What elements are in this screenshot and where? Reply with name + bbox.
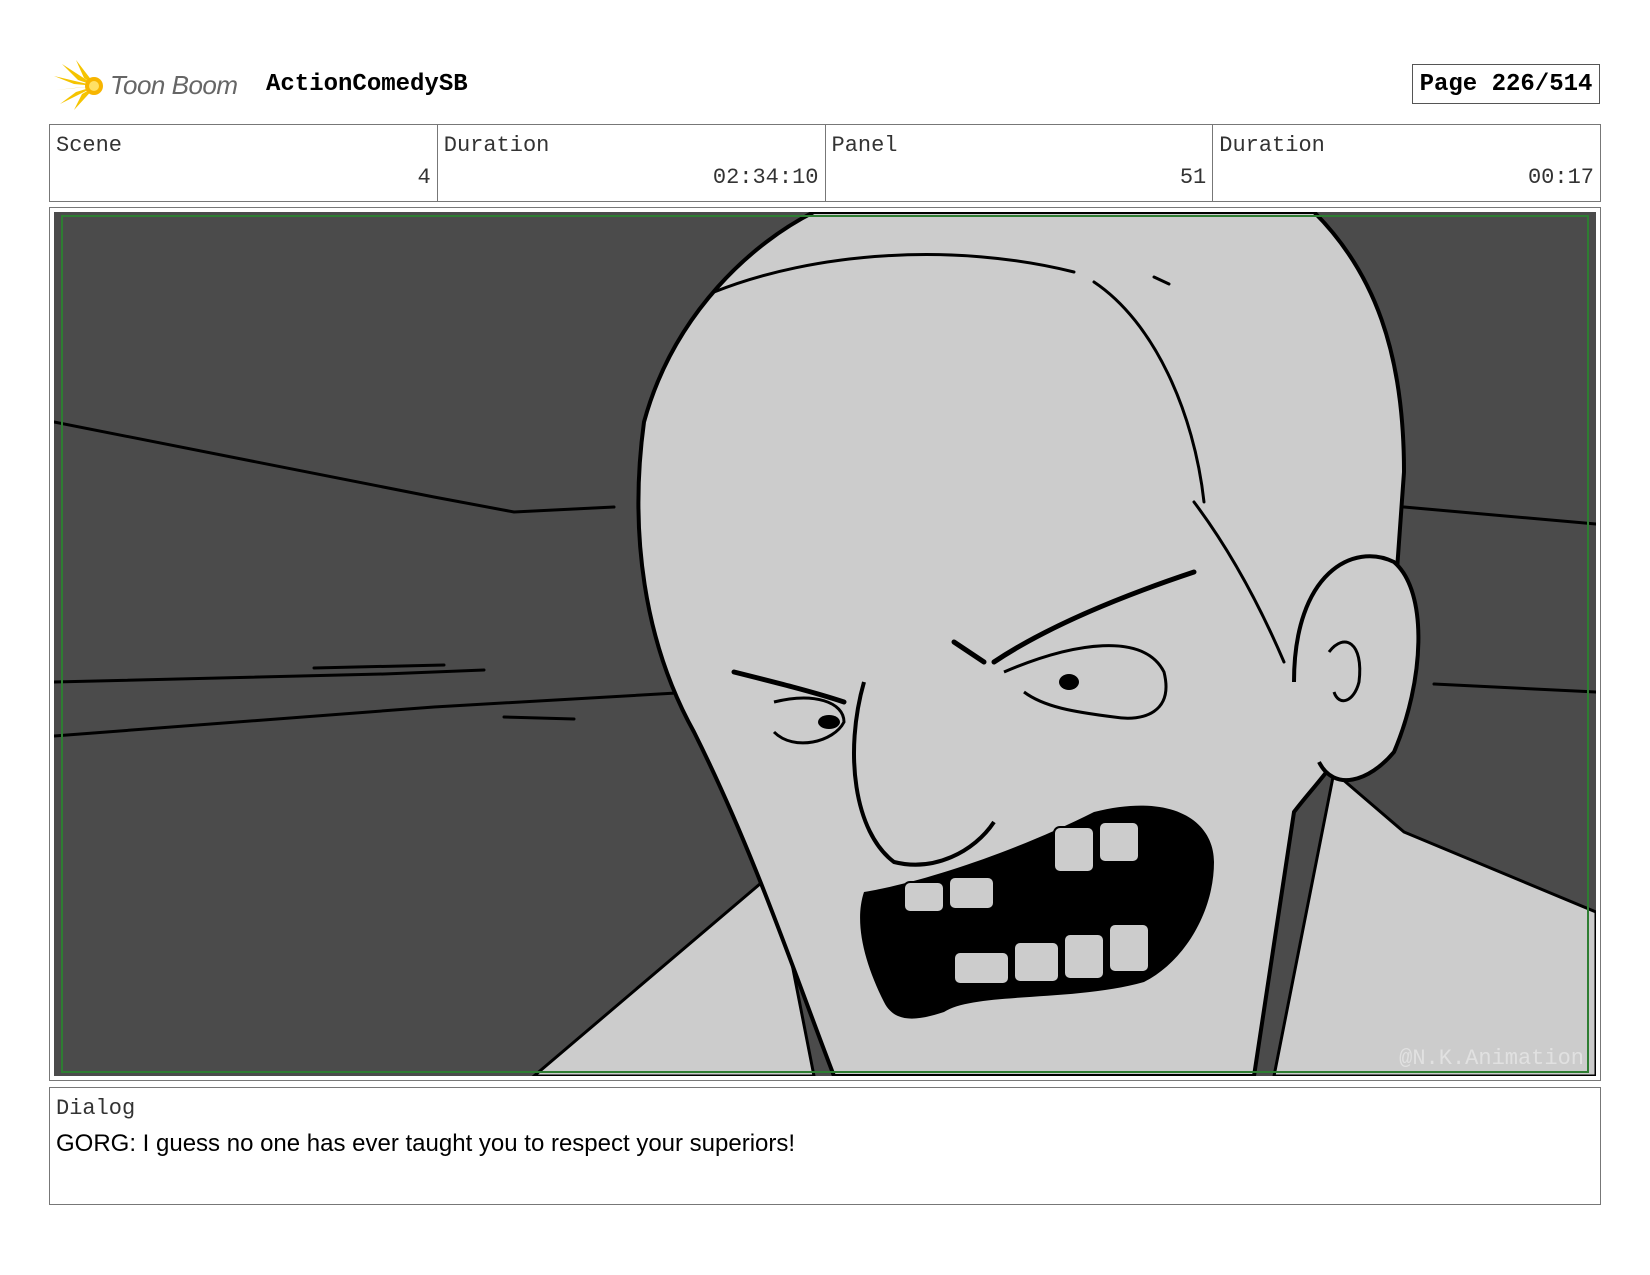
- dialog-label: Dialog: [56, 1096, 136, 1121]
- scene-cell: Scene 4: [50, 125, 438, 201]
- toon-boom-burst-icon: [54, 60, 103, 110]
- panel-duration-cell: Duration 00:17: [1213, 125, 1600, 201]
- project-name: ActionComedySB: [266, 71, 468, 98]
- panel-label: Panel: [831, 133, 898, 158]
- brand-name: Toon Boom: [110, 70, 238, 100]
- panel-drawing: @N.K.Animation: [54, 212, 1596, 1076]
- panel-value: 51: [1179, 165, 1207, 190]
- scene-duration-cell: Duration 02:34:10: [438, 125, 826, 201]
- scene-info-row: Scene 4 Duration 02:34:10 Panel 51 Durat…: [49, 124, 1601, 202]
- scene-label: Scene: [56, 133, 123, 158]
- panel-duration-label: Duration: [1219, 133, 1325, 158]
- panel-duration-value: 00:17: [1527, 165, 1594, 190]
- storyboard-panel: @N.K.Animation: [49, 207, 1601, 1081]
- scene-duration-label: Duration: [443, 133, 550, 158]
- dialog-text: GORG: I guess no one has ever taught you…: [56, 1130, 796, 1157]
- page-indicator: Page 226/514: [1412, 64, 1600, 104]
- scene-value: 4: [417, 165, 431, 190]
- pupil-left: [818, 715, 840, 729]
- scene-duration-value: 02:34:10: [712, 165, 819, 190]
- dialog-box: Dialog GORG: I guess no one has ever tau…: [49, 1087, 1601, 1205]
- watermark: @N.K.Animation: [1399, 1046, 1584, 1071]
- pupil-right: [1059, 674, 1079, 690]
- page-header: Toon Boom ActionComedySB Page 226/514: [52, 58, 1602, 114]
- panel-cell: Panel 51: [826, 125, 1214, 201]
